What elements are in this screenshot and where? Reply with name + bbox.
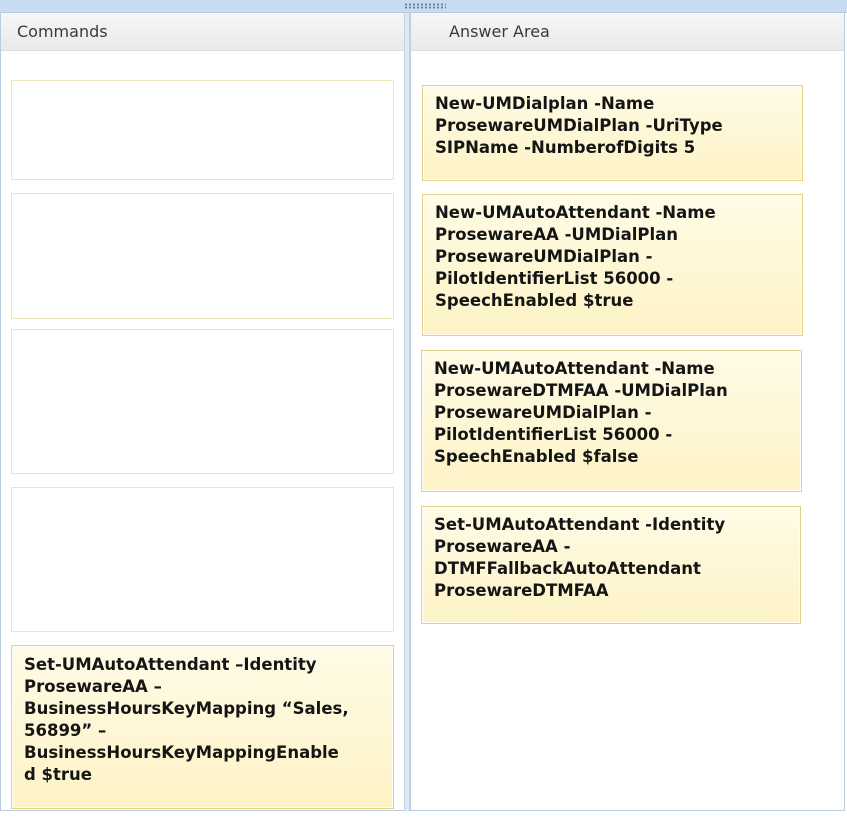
commands-header: Commands [1,13,404,51]
empty-command-slot[interactable] [11,80,394,180]
empty-command-slot[interactable] [11,487,394,632]
answer-area-panel: Answer Area New-UMDialplan -Name Prosewa… [410,13,845,811]
answer-card-new-umautoattendant-dtmf[interactable]: New-UMAutoAttendant -Name ProsewareDTMFA… [421,350,802,492]
empty-command-slot[interactable] [11,329,394,474]
command-card-set-business-hours-key-mapping[interactable]: Set-UMAutoAttendant –Identity ProsewareA… [11,645,394,809]
answer-card-new-umautoattendant-speech[interactable]: New-UMAutoAttendant -Name ProsewareAA -U… [422,194,803,336]
answer-area-header: Answer Area [411,13,844,51]
answer-card-set-dtmf-fallback[interactable]: Set-UMAutoAttendant -Identity ProsewareA… [421,506,801,624]
empty-command-slot[interactable] [11,193,394,319]
top-resize-bar[interactable] [0,0,847,13]
grip-handle-icon[interactable] [404,3,446,9]
commands-panel: Commands Set-UMAutoAttendant –Identity P… [0,13,404,811]
answer-card-new-umdialplan[interactable]: New-UMDialplan -Name ProsewareUMDialPlan… [422,85,803,181]
